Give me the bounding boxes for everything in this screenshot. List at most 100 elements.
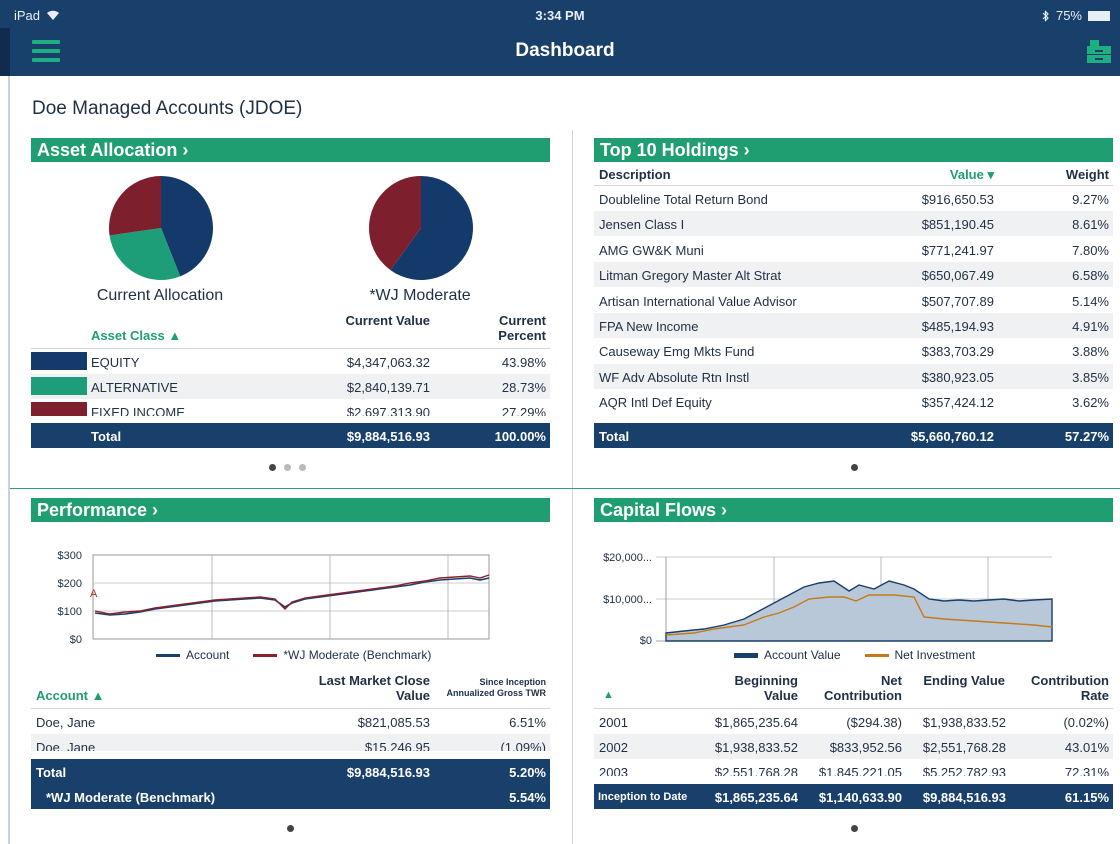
twr-column-header[interactable]: Since Inception Annualized Gross TWR: [436, 677, 546, 699]
table-row[interactable]: Causeway Emg Mkts Fund $383,703.29 3.88%: [594, 338, 1113, 363]
capital-flows-chart[interactable]: $20,000... $10,000... $0: [594, 545, 1064, 649]
account-twr: (1.09%): [500, 740, 546, 751]
asset-allocation-header[interactable]: Asset Allocation ›: [31, 138, 550, 162]
page-dot[interactable]: [851, 464, 858, 471]
performance-page-indicator[interactable]: [287, 825, 294, 832]
beginning-value-column-header[interactable]: Beginning Value: [700, 673, 798, 703]
holding-weight: 7.80%: [1072, 242, 1109, 258]
asset-class-name: ALTERNATIVE: [91, 380, 178, 395]
list-item[interactable]: Doe, Jane $821,085.53 6.51%: [31, 709, 550, 734]
total-label: Total: [36, 765, 67, 780]
total-label: Total: [91, 429, 122, 444]
market-value-column-header[interactable]: Last Market Close Value: [300, 673, 430, 703]
page-dot[interactable]: [269, 464, 276, 471]
flow-year: 2002: [599, 740, 628, 755]
holdings-total-row: Total $5,660,760.12 57.27%: [594, 423, 1113, 448]
description-column-header[interactable]: Description: [599, 167, 671, 182]
total-begin: $1,865,235.64: [714, 790, 798, 805]
holding-weight: 6.58%: [1072, 268, 1109, 284]
table-row[interactable]: 2002 $1,938,833.52 $833,952.56 $2,551,768.2…: [594, 734, 1113, 759]
account-name: Doe, Jane: [36, 740, 96, 751]
benchmark-allocation-pie[interactable]: [368, 175, 474, 281]
list-item[interactable]: ALTERNATIVE $2,840,139.71 28.73%: [31, 374, 550, 399]
page-dot[interactable]: [299, 464, 306, 471]
performance-header[interactable]: Performance ›: [31, 498, 550, 522]
table-row[interactable]: 2003 $2,551,768.28 $1,845,221.05 $5,252,782…: [594, 759, 1113, 776]
total-label: Inception to Date: [598, 791, 688, 803]
holdings-list[interactable]: Doubleline Total Return Bond $916,650.53 9…: [594, 186, 1113, 414]
flow-net: ($294.38): [846, 715, 902, 730]
performance-list[interactable]: Doe, Jane $821,085.53 6.51% Doe, Jane $1…: [31, 709, 550, 751]
y-tick-label: $10,000...: [603, 594, 652, 606]
ending-value-column-header[interactable]: Ending Value: [915, 673, 1005, 688]
table-row[interactable]: Jensen Class I $851,190.45 8.61%: [594, 211, 1113, 237]
current-value-column-header[interactable]: Current Value: [330, 313, 430, 328]
current-percent-column-header[interactable]: Current Percent: [470, 313, 546, 343]
left-edge-rule: [8, 76, 10, 844]
table-row[interactable]: Artisan International Value Advisor $507,…: [594, 288, 1113, 313]
table-row[interactable]: AQR Intl Def Equity $357,424.12 3.62%: [594, 389, 1113, 414]
holding-description: Jensen Class I: [599, 217, 685, 233]
battery-percent: 75%: [1055, 8, 1082, 23]
legend-benchmark-label: *WJ Moderate (Benchmark): [283, 648, 432, 662]
briefcase-icon[interactable]: [1086, 38, 1112, 64]
asset-class-list[interactable]: EQUITY $4,347,063.32 43.98% ALTERNATIVE …: [31, 349, 550, 416]
holding-weight: 3.88%: [1072, 344, 1109, 360]
allocation-page-indicator[interactable]: [269, 464, 306, 471]
fixed-income-slice[interactable]: [109, 176, 161, 236]
value-column-header[interactable]: Value ▾: [900, 167, 994, 182]
capital-flows-page-indicator[interactable]: [851, 825, 858, 832]
start-marker-label: A: [90, 588, 98, 600]
total-value: $9,884,516.93: [346, 765, 430, 780]
table-row[interactable]: FPA New Income $485,194.93 4.91%: [594, 313, 1113, 338]
capital-flows-list[interactable]: 2001 $1,865,235.64 ($294.38) $1,938,833.52 (…: [594, 709, 1113, 776]
page-dot[interactable]: [284, 464, 291, 471]
holding-value: $383,703.29: [921, 344, 994, 360]
page-title: Dashboard: [515, 40, 615, 61]
flow-rate: 72.31%: [1064, 765, 1109, 776]
list-item[interactable]: Doe, Jane $15,246.95 (1.09%): [31, 734, 550, 751]
weight-column-header[interactable]: Weight: [1030, 167, 1109, 182]
page-dot[interactable]: [287, 825, 294, 832]
total-label: Total: [599, 429, 630, 444]
page-dot[interactable]: [851, 825, 858, 832]
holdings-page-indicator[interactable]: [851, 464, 858, 471]
holding-value: $507,707.89: [921, 293, 994, 309]
table-row[interactable]: WF Adv Absolute Rtn Instl $380,923.05 3.85…: [594, 363, 1113, 389]
contribution-rate-column-header[interactable]: Contribution Rate: [1020, 673, 1109, 703]
table-row[interactable]: 2001 $1,865,235.64 ($294.38) $1,938,833.52 (…: [594, 709, 1113, 734]
legend-account-value-label: Account Value: [764, 648, 841, 662]
table-row[interactable]: Litman Gregory Master Alt Strat $650,067.…: [594, 262, 1113, 288]
asset-class-percent: 27.29%: [501, 405, 546, 416]
asset-class-column-header[interactable]: Asset Class ▲: [91, 328, 181, 343]
y-tick-label: $300: [58, 550, 82, 562]
holding-weight: 5.14%: [1072, 293, 1109, 309]
account-column-header[interactable]: Account ▲: [36, 688, 104, 703]
battery-icon: [1088, 10, 1110, 21]
account-value: $821,085.53: [357, 715, 430, 730]
list-item[interactable]: FIXED INCOME $2,697,313.90 27.29%: [31, 399, 550, 416]
current-allocation-label: Current Allocation: [96, 287, 224, 304]
holding-value: $380,923.05: [921, 369, 994, 385]
net-contribution-column-header[interactable]: Net Contribution: [808, 673, 902, 703]
list-item[interactable]: EQUITY $4,347,063.32 43.98%: [31, 349, 550, 374]
performance-chart[interactable]: $300 $200 $100 $0 A: [40, 545, 500, 645]
year-column-header[interactable]: ▲: [603, 688, 614, 703]
total-end: $9,884,516.93: [922, 790, 1006, 805]
capital-flows-total-row: Inception to Date $1,865,235.64 $1,140,6…: [594, 784, 1113, 809]
table-row[interactable]: AMG GW&K Muni $771,241.97 7.80%: [594, 237, 1113, 262]
benchmark-label: *WJ Moderate (Benchmark): [46, 790, 216, 805]
holding-weight: 4.91%: [1072, 319, 1109, 334]
table-row[interactable]: Doubleline Total Return Bond $916,650.53 9…: [594, 186, 1113, 211]
y-tick-label: $100: [58, 606, 82, 618]
y-tick-label: $0: [640, 635, 652, 647]
flow-end: $5,252,782.93: [922, 765, 1006, 776]
current-allocation-pie[interactable]: [108, 175, 214, 281]
asset-class-name: FIXED INCOME: [91, 405, 185, 416]
flow-net: $1,845,221.05: [818, 765, 902, 776]
total-net: $1,140,633.90: [818, 790, 902, 805]
legend-account-label: Account: [186, 648, 230, 662]
top-holdings-header[interactable]: Top 10 Holdings ›: [594, 138, 1113, 162]
holding-description: Artisan International Value Advisor: [599, 293, 797, 309]
capital-flows-header[interactable]: Capital Flows ›: [594, 498, 1113, 522]
